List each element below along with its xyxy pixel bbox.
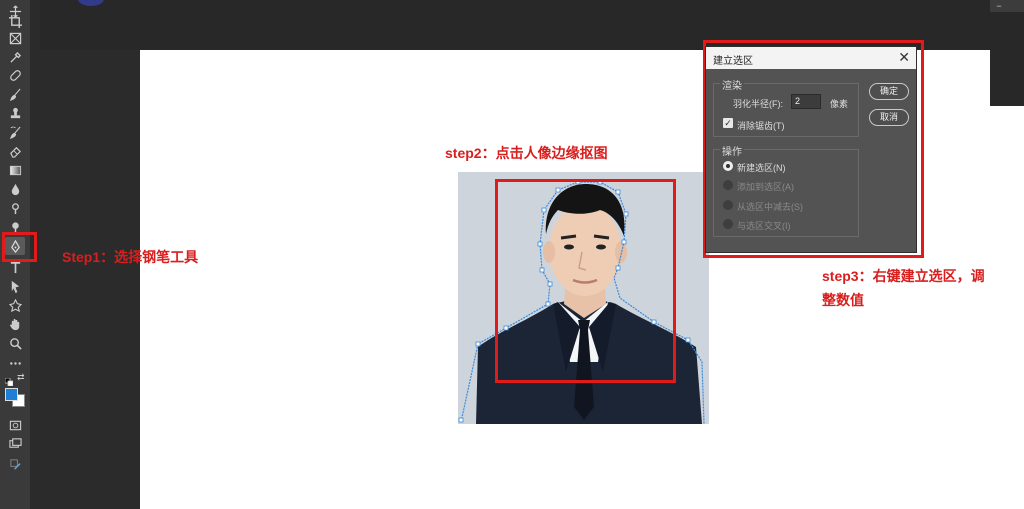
- canvas-pasteboard: [40, 50, 140, 509]
- eyedropper-icon[interactable]: [5, 48, 25, 66]
- feather-radius-input[interactable]: 2: [791, 94, 821, 109]
- right-panel-edge: [990, 0, 1024, 106]
- operation-section-label: 操作: [720, 143, 744, 158]
- step3-line2: 整数值: [822, 292, 864, 308]
- render-section-label: 渲染: [720, 77, 744, 92]
- subtract-from-selection-radio[interactable]: [723, 200, 733, 210]
- minimize-button[interactable]: −: [992, 1, 1006, 11]
- edit-toolbar-icon[interactable]: [5, 455, 25, 473]
- dialog-title: 建立选区: [713, 56, 753, 67]
- cancel-button[interactable]: 取消: [869, 109, 909, 126]
- antialias-label: 消除锯齿(T): [737, 121, 785, 131]
- more-tools-icon[interactable]: [5, 354, 25, 372]
- step3-annotation: step3：右键建立选区，调 整数值: [822, 264, 1022, 312]
- brush-icon[interactable]: [5, 85, 25, 103]
- swap-colors-icon[interactable]: ⇄: [17, 373, 26, 382]
- feather-radius-label: 羽化半径(F):: [733, 99, 783, 109]
- new-selection-radio[interactable]: [723, 161, 733, 171]
- close-icon[interactable]: ✕: [898, 49, 910, 66]
- clone-stamp-icon[interactable]: [5, 104, 25, 122]
- feather-unit-label: 像素: [830, 99, 849, 109]
- antialias-checkbox[interactable]: ✓: [723, 118, 733, 128]
- screen-mode-icon[interactable]: [5, 434, 25, 452]
- quick-mask-icon[interactable]: [5, 416, 25, 434]
- healing-brush-icon[interactable]: [5, 66, 25, 84]
- history-brush-icon[interactable]: [5, 123, 25, 141]
- blur-icon[interactable]: [5, 180, 25, 198]
- dialog-title-bar: 建立选区 ✕: [706, 47, 916, 69]
- path-selection-icon[interactable]: [5, 277, 25, 295]
- subtract-from-selection-label: 从选区中减去(S): [737, 202, 803, 212]
- step3-line1: step3：右键建立选区，调: [822, 268, 985, 284]
- highlight-pen-tool: [2, 232, 37, 262]
- dodge-icon[interactable]: [5, 199, 25, 217]
- gradient-icon[interactable]: [5, 161, 25, 179]
- make-selection-dialog: 建立选区 ✕ 渲染 羽化半径(F): 2 像素 ✓ 消除锯齿(T) 操作 新建选…: [705, 46, 917, 253]
- new-selection-label: 新建选区(N): [737, 163, 786, 173]
- crop-icon[interactable]: [5, 12, 25, 30]
- foreground-color-swatch[interactable]: [5, 388, 18, 401]
- hand-tool-icon[interactable]: [5, 315, 25, 333]
- add-to-selection-label: 添加到选区(A): [737, 182, 794, 192]
- add-to-selection-radio[interactable]: [723, 180, 733, 190]
- intersect-selection-radio[interactable]: [723, 219, 733, 229]
- highlight-portrait-area: [495, 179, 676, 383]
- frame-icon[interactable]: [5, 29, 25, 47]
- default-colors-icon[interactable]: [4, 373, 14, 387]
- zoom-tool-icon[interactable]: [5, 334, 25, 352]
- eraser-icon[interactable]: [5, 142, 25, 160]
- intersect-selection-label: 与选区交叉(I): [737, 221, 791, 231]
- step1-annotation: Step1：选择钢笔工具: [62, 249, 199, 265]
- ok-button[interactable]: 确定: [869, 83, 909, 100]
- step2-annotation: step2：点击人像边缘抠图: [445, 145, 608, 161]
- custom-shape-icon[interactable]: [5, 296, 25, 314]
